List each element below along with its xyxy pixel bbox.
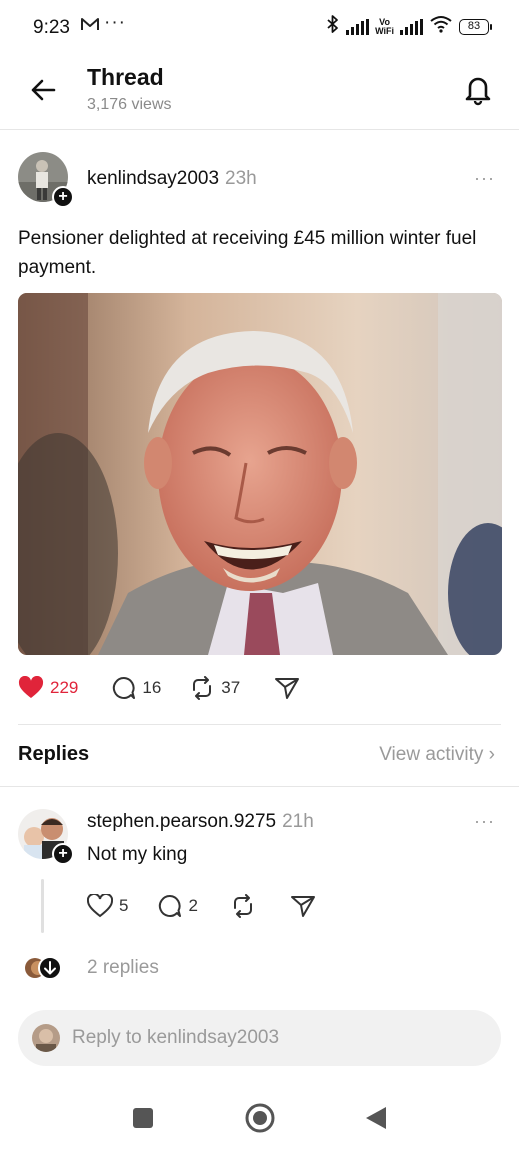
heart-icon bbox=[87, 894, 113, 918]
more-options-icon[interactable]: ··· bbox=[474, 168, 495, 189]
follow-plus-icon[interactable]: + bbox=[52, 843, 74, 865]
back-triangle-icon[interactable] bbox=[364, 1105, 388, 1136]
author-name-line[interactable]: kenlindsay2003 23h bbox=[87, 168, 257, 190]
repost-button[interactable]: 37 bbox=[189, 676, 240, 700]
repost-icon bbox=[193, 676, 212, 700]
reply-input[interactable]: Reply to kenlindsay2003 bbox=[72, 1027, 279, 1049]
post-text: Pensioner delighted at receiving £45 mil… bbox=[18, 228, 477, 278]
page-title: Thread bbox=[87, 64, 164, 90]
vowifi-icon: Vo WiFi bbox=[375, 16, 394, 36]
cell-signal-2-icon bbox=[400, 18, 423, 35]
reply-actions: 5 2 bbox=[87, 894, 316, 918]
thread-header: Thread 3,176 views bbox=[0, 56, 519, 130]
back-arrow-icon[interactable] bbox=[28, 74, 60, 106]
post-actions: 229 16 37 bbox=[18, 676, 300, 700]
system-nav-bar bbox=[0, 1085, 519, 1152]
bluetooth-icon bbox=[326, 14, 340, 39]
status-bar: 9:23 ··· Vo WiFi 83 bbox=[0, 0, 519, 56]
reply-repost-button[interactable] bbox=[230, 894, 256, 918]
home-circle-icon[interactable] bbox=[244, 1102, 276, 1139]
divider bbox=[0, 786, 519, 787]
user-avatar bbox=[32, 1024, 60, 1052]
comment-count: 16 bbox=[142, 678, 162, 697]
thread-line bbox=[41, 879, 44, 933]
post-image[interactable] bbox=[18, 293, 502, 655]
repost-count: 37 bbox=[221, 678, 241, 697]
view-activity-link[interactable]: View activity › bbox=[379, 744, 495, 766]
like-button[interactable]: 229 bbox=[18, 676, 78, 700]
recents-square-icon[interactable] bbox=[132, 1107, 154, 1134]
author-username[interactable]: kenlindsay2003 bbox=[87, 168, 219, 189]
post-time: 23h bbox=[225, 168, 257, 189]
reply-share-button[interactable] bbox=[290, 894, 316, 918]
divider bbox=[18, 724, 501, 725]
notification-overflow-icon: ··· bbox=[104, 12, 126, 33]
like-count: 229 bbox=[50, 678, 79, 697]
bell-icon[interactable] bbox=[461, 72, 495, 106]
comment-icon bbox=[159, 894, 182, 917]
battery-icon: 83 bbox=[459, 18, 492, 35]
reply-comment-button[interactable]: 2 bbox=[158, 894, 198, 918]
view-count: 3,176 views bbox=[87, 96, 172, 113]
reply-comment-count: 2 bbox=[188, 896, 198, 915]
reply-more-options-icon[interactable]: ··· bbox=[474, 811, 495, 832]
send-icon bbox=[275, 678, 300, 699]
more-replies-link[interactable]: 2 replies bbox=[87, 957, 159, 979]
mail-icon bbox=[80, 16, 100, 37]
send-icon bbox=[290, 896, 315, 917]
follow-plus-icon[interactable]: + bbox=[52, 186, 74, 208]
comment-icon bbox=[113, 676, 136, 699]
replies-heading: Replies bbox=[18, 743, 90, 765]
reply-author-line[interactable]: stephen.pearson.9275 21h bbox=[87, 811, 314, 833]
clock: 9:23 bbox=[33, 17, 70, 38]
cell-signal-icon bbox=[346, 18, 370, 35]
reply-composer[interactable]: Reply to kenlindsay2003 bbox=[18, 1010, 501, 1066]
wifi-icon bbox=[429, 15, 453, 38]
chevron-right-icon: › bbox=[488, 744, 495, 765]
heart-filled-icon bbox=[18, 676, 44, 698]
repost-icon bbox=[233, 894, 252, 918]
replier-avatars[interactable] bbox=[24, 955, 64, 981]
reply-like-button[interactable]: 5 bbox=[87, 894, 128, 918]
reply-text: Not my king bbox=[87, 844, 188, 865]
reply-username[interactable]: stephen.pearson.9275 bbox=[87, 811, 276, 832]
share-button[interactable] bbox=[274, 676, 300, 700]
reply-like-count: 5 bbox=[119, 896, 129, 915]
reply-time: 21h bbox=[282, 811, 314, 832]
comment-button[interactable]: 16 bbox=[112, 676, 161, 700]
